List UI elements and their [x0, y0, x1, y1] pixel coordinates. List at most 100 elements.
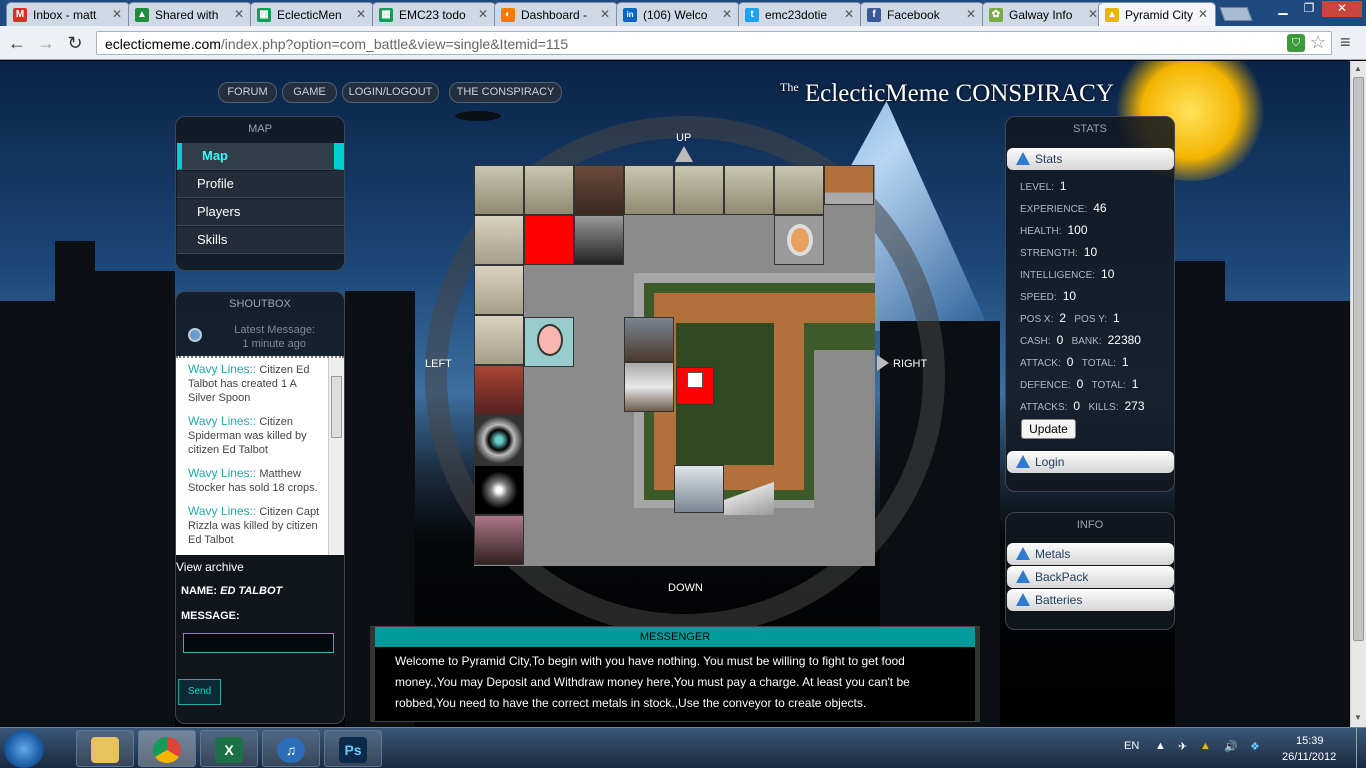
stats-header-button[interactable]: Stats — [1007, 148, 1174, 170]
close-icon[interactable]: ✕ — [112, 7, 122, 21]
scroll-up-icon[interactable]: ▲ — [1354, 64, 1362, 73]
direction-up[interactable]: UP — [676, 132, 691, 144]
shoutbox-scrollbar[interactable] — [328, 358, 344, 555]
apartment-tile[interactable] — [474, 215, 524, 265]
volume-icon[interactable]: 🔊 — [1224, 740, 1238, 753]
dropbox-icon[interactable]: ❖ — [1250, 740, 1260, 753]
taskbar-itunes[interactable]: ♫ — [262, 730, 320, 767]
taskbar-excel[interactable]: X — [200, 730, 258, 767]
update-button[interactable]: Update — [1021, 419, 1076, 439]
view-archive-link[interactable]: View archive — [176, 560, 244, 574]
tab-twitter[interactable]: t emc23dotie ✕ — [738, 2, 862, 26]
minimize-icon[interactable]: ▁ — [1270, 1, 1296, 17]
shop-tile[interactable] — [574, 165, 624, 215]
building-tile[interactable] — [774, 165, 824, 215]
reload-icon[interactable]: ↻ — [64, 32, 86, 54]
tray-expand-icon[interactable]: ▲ — [1155, 740, 1166, 752]
right-arrow-icon[interactable] — [877, 355, 889, 371]
direction-down[interactable]: DOWN — [668, 582, 703, 594]
building-tile[interactable] — [724, 165, 774, 215]
old-woman-npc-tile[interactable] — [774, 215, 824, 265]
menu-item-profile[interactable]: Profile — [177, 171, 344, 198]
back-icon[interactable]: ← — [6, 32, 28, 54]
apartment-tile[interactable] — [474, 315, 524, 365]
building-tile[interactable] — [674, 165, 724, 215]
apartment-tile[interactable] — [474, 265, 524, 315]
tab-galway[interactable]: ✿ Galway Info ✕ — [982, 2, 1106, 26]
clock-date[interactable]: 26/11/2012 — [1282, 751, 1336, 763]
start-button[interactable] — [4, 730, 44, 768]
dirt-tile[interactable] — [824, 165, 874, 205]
tab-emc23-todo[interactable]: ▦ EMC23 todo ✕ — [372, 2, 496, 26]
tab-facebook[interactable]: f Facebook ✕ — [860, 2, 984, 26]
close-icon[interactable]: ✕ — [478, 7, 488, 21]
tab-inbox[interactable]: M Inbox - matt ✕ — [6, 2, 130, 26]
close-icon[interactable]: ✕ — [844, 7, 854, 21]
scroll-down-icon[interactable]: ▼ — [1354, 713, 1362, 722]
direction-right[interactable]: RIGHT — [893, 358, 927, 370]
building-tile[interactable] — [524, 165, 574, 215]
building-tile[interactable] — [624, 165, 674, 215]
restaurant-tile[interactable] — [474, 365, 524, 415]
close-icon[interactable]: ✕ — [234, 7, 244, 21]
tab-linkedin[interactable]: in (106) Welco ✕ — [616, 2, 740, 26]
close-icon[interactable]: ✕ — [356, 7, 366, 21]
maximize-icon[interactable]: ❐ — [1296, 1, 1322, 17]
office-building-tile[interactable] — [674, 465, 724, 513]
red-bank-tile[interactable] — [524, 215, 574, 265]
nav-the-conspiracy[interactable]: THE CONSPIRACY — [449, 82, 562, 103]
character-silhouette-tile[interactable] — [574, 215, 624, 265]
close-icon[interactable]: ✕ — [966, 7, 976, 21]
pyramid-tile[interactable] — [724, 477, 774, 515]
taskbar-explorer[interactable] — [76, 730, 134, 767]
close-icon[interactable]: ✕ — [600, 7, 610, 21]
bookmark-star-icon[interactable]: ☆ — [1310, 32, 1326, 53]
nav-game[interactable]: GAME — [282, 82, 337, 103]
eye-tile[interactable] — [474, 415, 524, 465]
nav-forum[interactable]: FORUM — [218, 82, 277, 103]
scrollbar-thumb[interactable] — [1353, 77, 1364, 641]
tab-pyramid-city[interactable]: ▲ Pyramid City ✕ — [1098, 2, 1216, 26]
nav-login-logout[interactable]: LOGIN/LOGOUT — [342, 82, 439, 103]
menu-item-players[interactable]: Players — [177, 199, 344, 226]
close-window-icon[interactable]: ✕ — [1322, 1, 1362, 17]
shoutbox-message-list[interactable]: Wavy Lines:: Citizen Ed Talbot has creat… — [176, 356, 344, 555]
page-scrollbar[interactable]: ▲ ▼ — [1350, 61, 1366, 727]
up-arrow-icon[interactable] — [675, 146, 693, 162]
menu-item-skills[interactable]: Skills — [177, 227, 344, 254]
info-item-backpack[interactable]: BackPack — [1007, 566, 1174, 588]
drive-tray-icon[interactable]: ▲ — [1200, 740, 1211, 752]
building-tile[interactable] — [474, 165, 524, 215]
message-input[interactable] — [183, 633, 334, 653]
tray-pin-icon[interactable]: ✈ — [1178, 740, 1187, 753]
login-header-button[interactable]: Login — [1007, 451, 1174, 473]
menu-item-map[interactable]: Map — [177, 143, 344, 170]
taskbar-photoshop[interactable]: Ps — [324, 730, 382, 767]
shopfront-tile[interactable] — [474, 515, 524, 565]
show-desktop-button[interactable] — [1356, 728, 1366, 768]
tab-dashboard[interactable]: ◐ Dashboard - ✕ — [494, 2, 618, 26]
close-icon[interactable]: ✕ — [722, 7, 732, 21]
clock-time[interactable]: 15:39 — [1296, 735, 1324, 747]
language-indicator[interactable]: EN — [1124, 740, 1139, 752]
extension-shield-icon[interactable]: ⛉ — [1287, 34, 1305, 52]
info-item-batteries[interactable]: Batteries — [1007, 589, 1174, 611]
tab-shared[interactable]: ▲ Shared with ✕ — [128, 2, 252, 26]
scrollbar-thumb[interactable] — [331, 376, 342, 438]
building-tile[interactable] — [624, 362, 674, 412]
info-item-metals[interactable]: Metals — [1007, 543, 1174, 565]
new-tab-button[interactable] — [1219, 7, 1253, 21]
player-npc-tile[interactable] — [524, 317, 574, 367]
menu-icon[interactable]: ≡ — [1340, 32, 1351, 53]
close-icon[interactable]: ✕ — [1088, 7, 1098, 21]
storefront-tile[interactable] — [624, 317, 674, 362]
direction-left[interactable]: LEFT — [425, 358, 452, 370]
address-bar[interactable]: eclecticmeme.com/index.php?option=com_ba… — [96, 31, 1332, 55]
tab-eclecticmeme[interactable]: ▦ EclecticMen ✕ — [250, 2, 374, 26]
forward-icon[interactable]: → — [35, 32, 57, 54]
current-position-marker[interactable] — [676, 367, 714, 405]
send-button[interactable]: Send — [178, 679, 221, 705]
close-icon[interactable]: ✕ — [1198, 7, 1208, 21]
taskbar-chrome[interactable] — [138, 730, 196, 767]
dark-vortex-tile[interactable] — [474, 465, 524, 515]
